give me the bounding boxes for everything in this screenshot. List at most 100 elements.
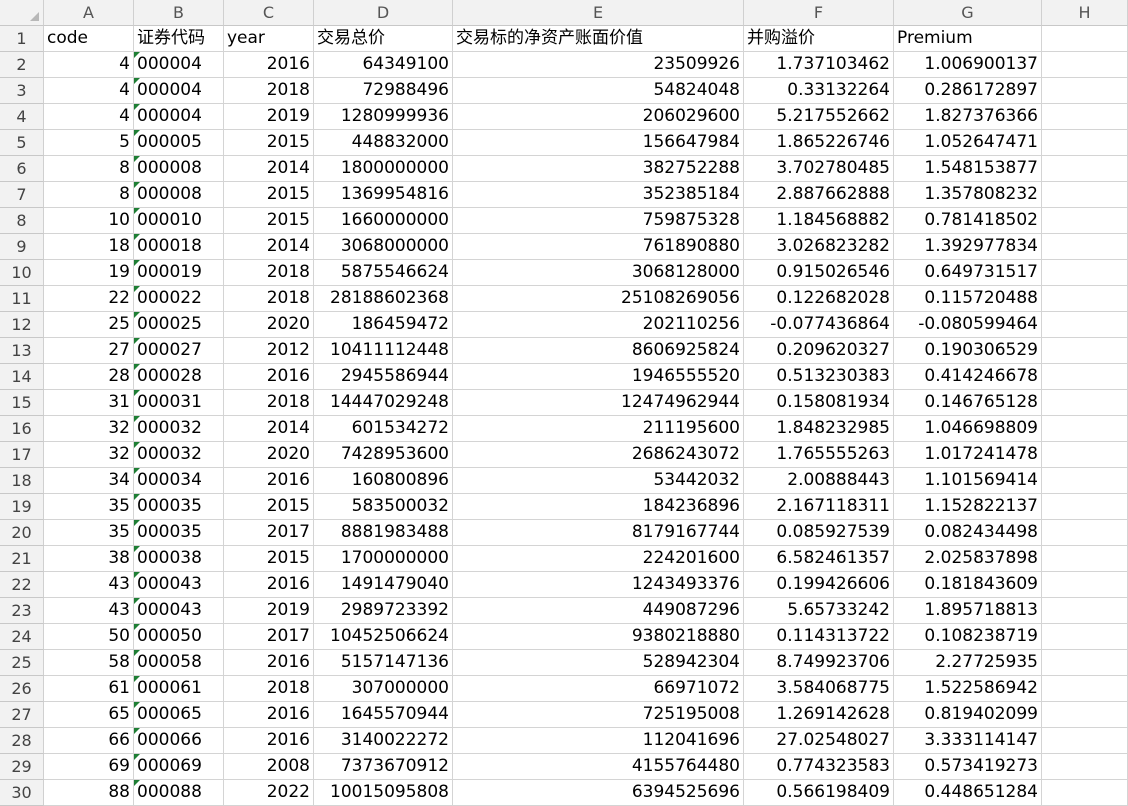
cell-total-price[interactable]: 2989723392 <box>314 598 453 624</box>
cell-net-asset-value[interactable]: 352385184 <box>453 182 744 208</box>
column-header-d[interactable]: D <box>314 0 453 26</box>
column-header-g[interactable]: G <box>894 0 1042 26</box>
cell-premium[interactable]: 0.649731517 <box>894 260 1042 286</box>
cell-net-asset-value[interactable]: 224201600 <box>453 546 744 572</box>
cell-total-price[interactable]: 583500032 <box>314 494 453 520</box>
cell-net-asset-value[interactable]: 9380218880 <box>453 624 744 650</box>
cell-empty[interactable] <box>1042 286 1128 312</box>
cell-security-code[interactable]: 000035 <box>134 494 224 520</box>
cell-net-asset-value[interactable]: 1243493376 <box>453 572 744 598</box>
cell-merger-premium[interactable]: 1.865226746 <box>744 130 894 156</box>
cell-merger-premium[interactable]: 1.737103462 <box>744 52 894 78</box>
cell-code[interactable]: 22 <box>44 286 134 312</box>
cell-merger-premium[interactable]: 2.00888443 <box>744 468 894 494</box>
cell-merger-premium[interactable]: 0.085927539 <box>744 520 894 546</box>
cell-net-asset-value[interactable]: 156647984 <box>453 130 744 156</box>
row-number[interactable]: 23 <box>0 598 44 624</box>
cell-code[interactable]: 4 <box>44 52 134 78</box>
cell-year[interactable]: 2017 <box>224 520 314 546</box>
cell-year[interactable]: 2016 <box>224 52 314 78</box>
cell-year[interactable]: 2018 <box>224 286 314 312</box>
cell-premium[interactable]: 0.190306529 <box>894 338 1042 364</box>
cell-empty[interactable] <box>1042 208 1128 234</box>
cell-empty[interactable] <box>1042 780 1128 806</box>
row-number[interactable]: 24 <box>0 624 44 650</box>
cell-security-code[interactable]: 000058 <box>134 650 224 676</box>
column-header-f[interactable]: F <box>744 0 894 26</box>
cell-year[interactable]: 2014 <box>224 156 314 182</box>
cell-net-asset-value[interactable]: 761890880 <box>453 234 744 260</box>
cell-security-code[interactable]: 000004 <box>134 52 224 78</box>
cell-empty[interactable] <box>1042 754 1128 780</box>
cell-total-price[interactable]: 448832000 <box>314 130 453 156</box>
cell-security-code[interactable]: 000005 <box>134 130 224 156</box>
cell-premium[interactable]: 1.895718813 <box>894 598 1042 624</box>
cell-code[interactable]: 61 <box>44 676 134 702</box>
cell-year[interactable]: 2012 <box>224 338 314 364</box>
cell-premium[interactable]: 1.052647471 <box>894 130 1042 156</box>
cell-premium[interactable]: 0.108238719 <box>894 624 1042 650</box>
cell-header-premium[interactable]: Premium <box>894 26 1042 52</box>
cell-code[interactable]: 88 <box>44 780 134 806</box>
cell-merger-premium[interactable]: 0.114313722 <box>744 624 894 650</box>
cell-net-asset-value[interactable]: 202110256 <box>453 312 744 338</box>
cell-empty[interactable] <box>1042 78 1128 104</box>
cell-security-code[interactable]: 000038 <box>134 546 224 572</box>
cell-year[interactable]: 2014 <box>224 416 314 442</box>
row-number[interactable]: 19 <box>0 494 44 520</box>
cell-merger-premium[interactable]: 1.184568882 <box>744 208 894 234</box>
row-number[interactable]: 6 <box>0 156 44 182</box>
cell-merger-premium[interactable]: 0.33132264 <box>744 78 894 104</box>
cell-merger-premium[interactable]: 0.209620327 <box>744 338 894 364</box>
row-number[interactable]: 11 <box>0 286 44 312</box>
cell-premium[interactable]: 1.392977834 <box>894 234 1042 260</box>
cell-premium[interactable]: 0.181843609 <box>894 572 1042 598</box>
cell-premium[interactable]: 1.548153877 <box>894 156 1042 182</box>
cell-year[interactable]: 2016 <box>224 572 314 598</box>
cell-security-code[interactable]: 000008 <box>134 182 224 208</box>
cell-security-code[interactable]: 000010 <box>134 208 224 234</box>
row-number[interactable]: 20 <box>0 520 44 546</box>
row-number[interactable]: 3 <box>0 78 44 104</box>
cell-year[interactable]: 2016 <box>224 702 314 728</box>
cell-merger-premium[interactable]: 0.774323583 <box>744 754 894 780</box>
cell-net-asset-value[interactable]: 12474962944 <box>453 390 744 416</box>
cell-net-asset-value[interactable]: 759875328 <box>453 208 744 234</box>
cell-total-price[interactable]: 307000000 <box>314 676 453 702</box>
cell-header-net-asset-value[interactable]: 交易标的净资产账面价值 <box>453 26 744 52</box>
cell-premium[interactable]: 1.522586942 <box>894 676 1042 702</box>
cell-premium[interactable]: 0.781418502 <box>894 208 1042 234</box>
row-number[interactable]: 4 <box>0 104 44 130</box>
cell-year[interactable]: 2015 <box>224 494 314 520</box>
cell-premium[interactable]: 0.414246678 <box>894 364 1042 390</box>
cell-total-price[interactable]: 1700000000 <box>314 546 453 572</box>
cell-premium[interactable]: 1.046698809 <box>894 416 1042 442</box>
row-number[interactable]: 14 <box>0 364 44 390</box>
cell-code[interactable]: 32 <box>44 416 134 442</box>
cell-total-price[interactable]: 160800896 <box>314 468 453 494</box>
cell-empty[interactable] <box>1042 546 1128 572</box>
cell-merger-premium[interactable]: 0.513230383 <box>744 364 894 390</box>
cell-year[interactable]: 2018 <box>224 260 314 286</box>
row-number[interactable]: 1 <box>0 26 44 52</box>
cell-total-price[interactable]: 10452506624 <box>314 624 453 650</box>
cell-security-code[interactable]: 000018 <box>134 234 224 260</box>
cell-total-price[interactable]: 10015095808 <box>314 780 453 806</box>
cell-security-code[interactable]: 000034 <box>134 468 224 494</box>
cell-code[interactable]: 4 <box>44 104 134 130</box>
cell-empty[interactable] <box>1042 598 1128 624</box>
cell-year[interactable]: 2015 <box>224 182 314 208</box>
cell-merger-premium[interactable]: 8.749923706 <box>744 650 894 676</box>
row-number[interactable]: 27 <box>0 702 44 728</box>
cell-net-asset-value[interactable]: 184236896 <box>453 494 744 520</box>
cell-code[interactable]: 19 <box>44 260 134 286</box>
cell-empty[interactable] <box>1042 130 1128 156</box>
cell-code[interactable]: 58 <box>44 650 134 676</box>
cell-year[interactable]: 2018 <box>224 676 314 702</box>
row-number[interactable]: 12 <box>0 312 44 338</box>
cell-merger-premium[interactable]: 6.582461357 <box>744 546 894 572</box>
row-number[interactable]: 28 <box>0 728 44 754</box>
cell-year[interactable]: 2019 <box>224 104 314 130</box>
row-number[interactable]: 9 <box>0 234 44 260</box>
cell-empty[interactable] <box>1042 104 1128 130</box>
